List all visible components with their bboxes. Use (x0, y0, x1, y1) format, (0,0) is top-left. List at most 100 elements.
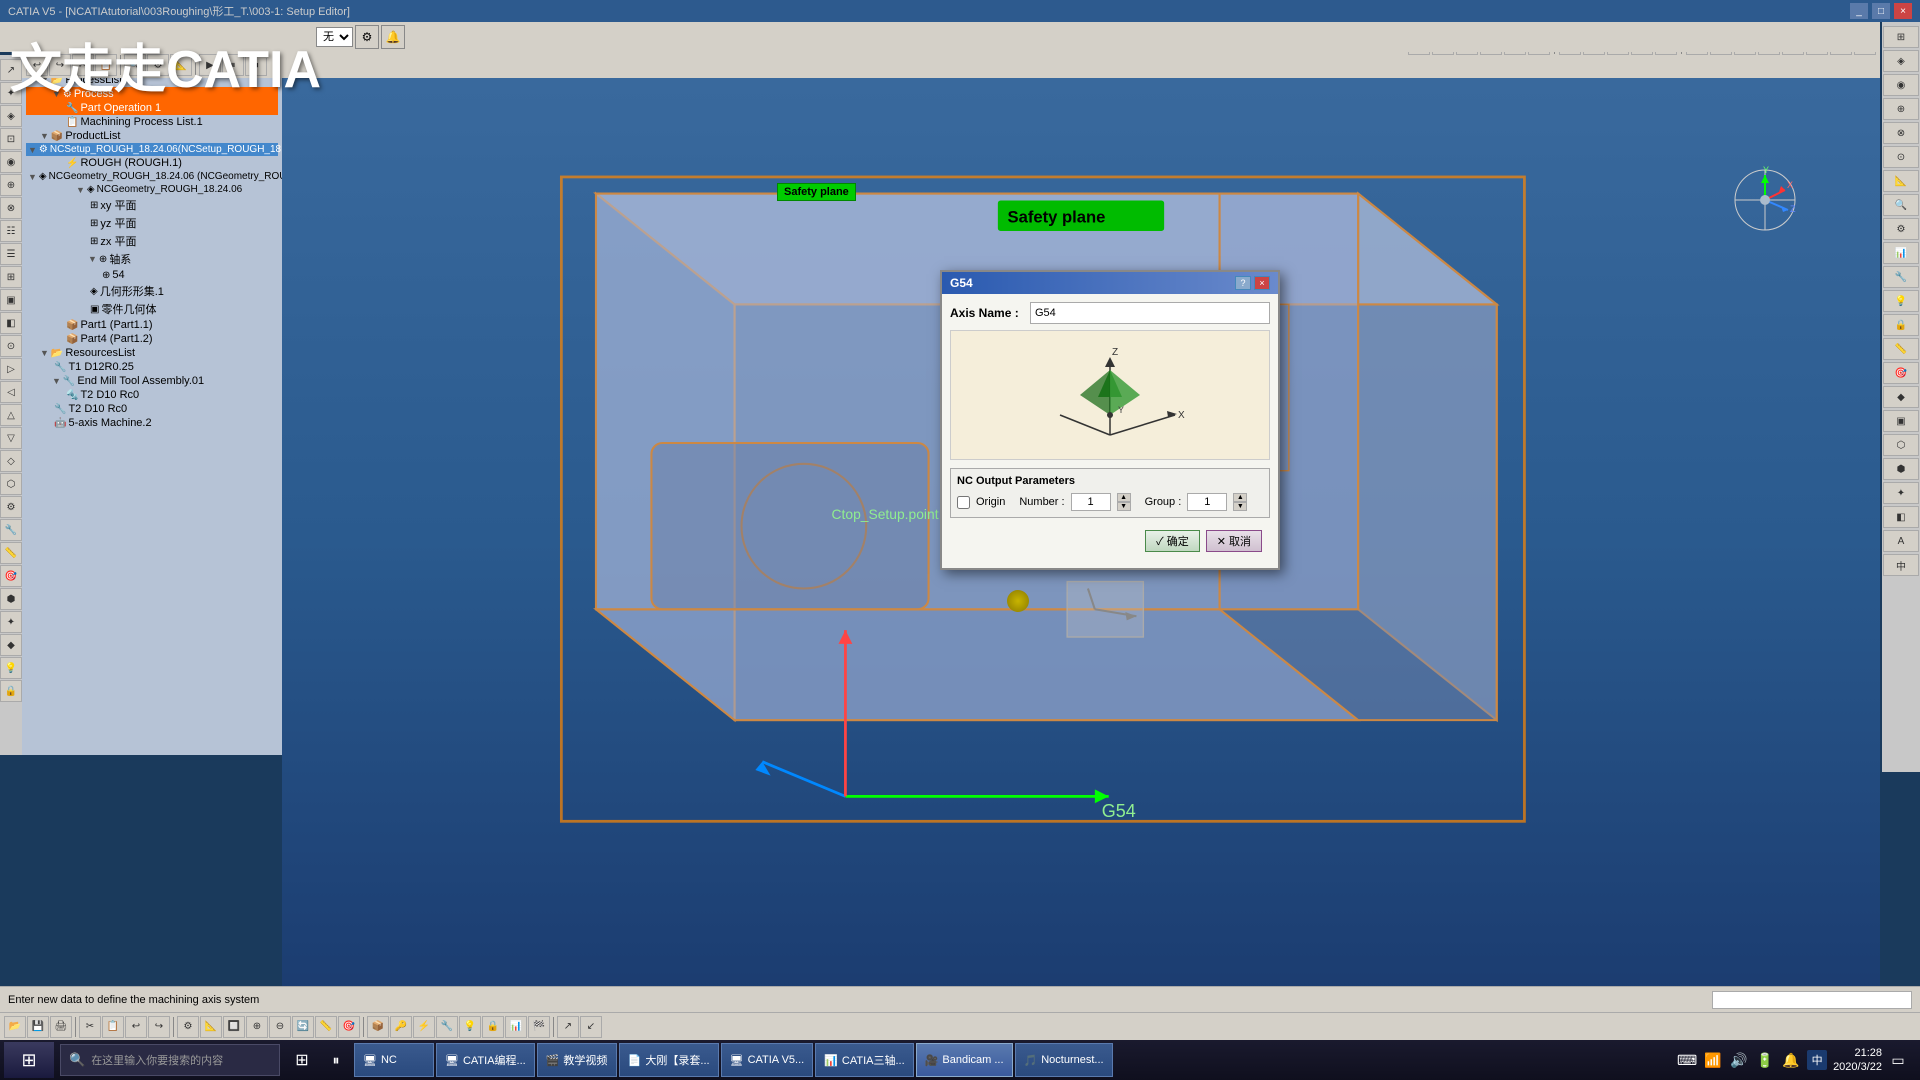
virtual-desktop-button[interactable]: ⏸ (320, 1044, 352, 1076)
right-btn-5[interactable]: ⊗ (1883, 122, 1919, 144)
left-btn-6[interactable]: ⊕ (0, 174, 22, 196)
tree-node-t1[interactable]: 🔧 T1 D12R0.25 (26, 360, 278, 374)
tree-node-endmill[interactable]: ▼ 🔧 End Mill Tool Assembly.01 (26, 374, 278, 388)
maximize-button[interactable]: □ (1872, 3, 1890, 19)
left-btn-9[interactable]: ☰ (0, 243, 22, 265)
number-spinbox[interactable]: ▲ ▼ (1117, 493, 1131, 511)
taskbar-item-nc[interactable]: 🖥 NC (354, 1043, 434, 1077)
tree-node-fiveaxis[interactable]: 🤖 5-axis Machine.2 (26, 416, 278, 430)
group-spin-up[interactable]: ▲ (1233, 493, 1247, 502)
left-btn-26[interactable]: ◆ (0, 634, 22, 656)
group-spinbox[interactable]: ▲ ▼ (1233, 493, 1247, 511)
left-btn-21[interactable]: 🔧 (0, 519, 22, 541)
tray-icon-network[interactable]: 📶 (1703, 1050, 1723, 1070)
left-btn-28[interactable]: 🔒 (0, 680, 22, 702)
btm-btn-redo[interactable]: ↪ (148, 1016, 170, 1038)
group-spin-down[interactable]: ▼ (1233, 502, 1247, 511)
btm-btn-16[interactable]: 🏁 (528, 1016, 550, 1038)
right-btn-13[interactable]: 🔒 (1883, 314, 1919, 336)
btm-btn-cut[interactable]: ✂ (79, 1016, 101, 1038)
left-btn-23[interactable]: 🎯 (0, 565, 22, 587)
right-btn-6[interactable]: ⊙ (1883, 146, 1919, 168)
left-btn-18[interactable]: ◇ (0, 450, 22, 472)
right-btn-4[interactable]: ⊕ (1883, 98, 1919, 120)
taskbar-item-catia-v5[interactable]: 🖥 CATIA V5... (721, 1043, 814, 1077)
tray-icon-language[interactable]: 中 (1807, 1050, 1827, 1070)
btm-btn-8[interactable]: 🎯 (338, 1016, 360, 1038)
btm-btn-12[interactable]: 🔧 (436, 1016, 458, 1038)
right-btn-14[interactable]: 📏 (1883, 338, 1919, 360)
right-btn-16[interactable]: ◆ (1883, 386, 1919, 408)
btm-btn-print[interactable]: 🖨 (50, 1016, 72, 1038)
left-btn-25[interactable]: ✦ (0, 611, 22, 633)
tree-node-rough[interactable]: ⚡ ROUGH (ROUGH.1) (26, 156, 278, 170)
tree-node-yz[interactable]: ⊞ yz 平面 (26, 214, 278, 232)
coord-input[interactable] (1712, 991, 1912, 1009)
right-btn-8[interactable]: 🔍 (1883, 194, 1919, 216)
right-btn-15[interactable]: 🎯 (1883, 362, 1919, 384)
show-desktop-button[interactable]: ▭ (1888, 1050, 1908, 1070)
right-btn-22[interactable]: A (1883, 530, 1919, 552)
btm-btn-15[interactable]: 📊 (505, 1016, 527, 1038)
number-spin-up[interactable]: ▲ (1117, 493, 1131, 502)
right-btn-21[interactable]: ◧ (1883, 506, 1919, 528)
toolbar-btn-1[interactable]: ⚙ (355, 25, 379, 49)
tree-node-xy[interactable]: ⊞ xy 平面 (26, 196, 278, 214)
left-btn-7[interactable]: ⊗ (0, 197, 22, 219)
left-btn-14[interactable]: ▷ (0, 358, 22, 380)
start-button[interactable]: ⊞ (4, 1042, 54, 1078)
toolbar-btn-2[interactable]: 🔔 (381, 25, 405, 49)
tree-node-productlist[interactable]: ▼ 📦 ProductList (26, 129, 278, 143)
right-btn-2[interactable]: ◈ (1883, 50, 1919, 72)
dialog-close-button[interactable]: × (1254, 276, 1270, 290)
right-btn-7[interactable]: 📐 (1883, 170, 1919, 192)
left-btn-8[interactable]: ☷ (0, 220, 22, 242)
left-btn-11[interactable]: ▣ (0, 289, 22, 311)
tree-node-surf[interactable]: ◈ 几何形形集.1 (26, 282, 278, 300)
tree-node-t2d10a[interactable]: 🔩 T2 D10 Rc0 (26, 388, 278, 402)
tree-node-part1[interactable]: 📦 Part1 (Part1.1) (26, 318, 278, 332)
group-input[interactable] (1187, 493, 1227, 511)
taskbar-item-tutorial[interactable]: 🎬 教学视频 (537, 1043, 617, 1077)
taskbar-item-bandicam[interactable]: 🎥 Bandicam ... (916, 1043, 1013, 1077)
taskbar-item-word[interactable]: 📄 大刚【录套... (619, 1043, 719, 1077)
taskbar-item-catia-prog[interactable]: 🖥 CATIA编程... (436, 1043, 535, 1077)
tree-panel[interactable]: ▼ 📁 P.P.R. ▼ 📂 ProcessList ▼ ⚙ Process 🔧… (22, 55, 282, 755)
btm-btn-14[interactable]: 🔒 (482, 1016, 504, 1038)
left-btn-10[interactable]: ⊞ (0, 266, 22, 288)
minimize-button[interactable]: _ (1850, 3, 1868, 19)
number-input[interactable] (1071, 493, 1111, 511)
tray-icon-volume[interactable]: 🔊 (1729, 1050, 1749, 1070)
tree-node-solid[interactable]: ▣ 零件几何体 (26, 300, 278, 318)
tree-node-ncgeom1[interactable]: ▼ ◈ NCGeometry_ROUGH_18.24.06 (NCGeometr… (26, 170, 278, 183)
task-view-button[interactable]: ⊞ (286, 1044, 318, 1076)
number-spin-down[interactable]: ▼ (1117, 502, 1131, 511)
tree-node-g54[interactable]: ⊕ 54 (26, 268, 278, 282)
tray-icon-battery[interactable]: 🔋 (1755, 1050, 1775, 1070)
btm-btn-11[interactable]: ⚡ (413, 1016, 435, 1038)
right-btn-20[interactable]: ✦ (1883, 482, 1919, 504)
btm-btn-6[interactable]: 🔄 (292, 1016, 314, 1038)
left-btn-5[interactable]: ◉ (0, 151, 22, 173)
btm-btn-2[interactable]: 📐 (200, 1016, 222, 1038)
left-btn-19[interactable]: ⬡ (0, 473, 22, 495)
btm-btn-undo[interactable]: ↩ (125, 1016, 147, 1038)
tree-node-reslist[interactable]: ▼ 📂 ResourcesList (26, 346, 278, 360)
btm-btn-1[interactable]: ⚙ (177, 1016, 199, 1038)
right-btn-12[interactable]: 💡 (1883, 290, 1919, 312)
origin-checkbox[interactable] (957, 496, 970, 509)
close-button[interactable]: × (1894, 3, 1912, 19)
btm-btn-copy[interactable]: 📋 (102, 1016, 124, 1038)
btm-btn-9[interactable]: 📦 (367, 1016, 389, 1038)
tray-icon-notification[interactable]: 🔔 (1781, 1050, 1801, 1070)
right-btn-11[interactable]: 🔧 (1883, 266, 1919, 288)
left-btn-13[interactable]: ⊙ (0, 335, 22, 357)
right-btn-18[interactable]: ⬡ (1883, 434, 1919, 456)
left-btn-27[interactable]: 💡 (0, 657, 22, 679)
taskbar-item-nocturnes[interactable]: 🎵 Nocturnest... (1015, 1043, 1113, 1077)
ok-button[interactable]: ✓ 确定 (1145, 530, 1200, 552)
right-btn-23[interactable]: 中 (1883, 554, 1919, 576)
btm-btn-10[interactable]: 🔑 (390, 1016, 412, 1038)
tree-node-machproc[interactable]: 📋 Machining Process List.1 (26, 115, 278, 129)
tree-node-axis[interactable]: ▼ ⊕ 轴系 (26, 250, 278, 268)
